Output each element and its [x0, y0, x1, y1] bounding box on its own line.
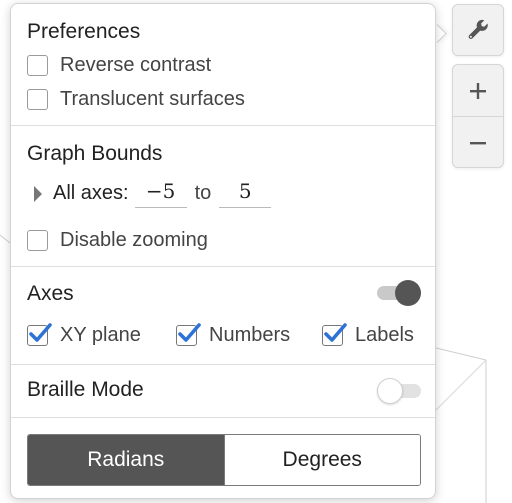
numbers-checkbox[interactable]	[176, 323, 201, 346]
xy-plane-option[interactable]: XY plane	[27, 323, 141, 347]
minus-icon	[470, 141, 486, 144]
settings-button[interactable]	[452, 4, 504, 56]
divider	[11, 266, 435, 267]
reverse-contrast-checkbox[interactable]	[27, 55, 48, 76]
labels-option[interactable]: Labels	[322, 323, 414, 347]
numbers-option[interactable]: Numbers	[176, 323, 291, 347]
angle-mode-segmented-control: Radians Degrees	[27, 434, 421, 486]
divider	[11, 364, 435, 365]
axes-toggle[interactable]	[377, 280, 421, 306]
plus-icon	[470, 82, 486, 99]
graph-edge-line	[435, 347, 487, 361]
braille-mode-title: Braille Mode	[27, 378, 144, 401]
axes-max-input[interactable]: 5	[219, 179, 272, 208]
translucent-surfaces-label: Translucent surfaces	[60, 88, 245, 110]
toggle-knob	[395, 280, 421, 306]
degrees-button[interactable]: Degrees	[223, 435, 420, 485]
zoom-controls	[452, 64, 504, 168]
checkmark-icon	[29, 323, 52, 342]
disable-zooming-option[interactable]: Disable zooming	[27, 229, 208, 252]
all-axes-label: All axes:	[53, 182, 129, 204]
wrench-icon	[468, 19, 488, 39]
checkmark-icon	[178, 323, 201, 342]
graph-edge-line	[435, 359, 487, 411]
braille-mode-toggle[interactable]	[377, 378, 421, 404]
labels-label: Labels	[355, 324, 414, 346]
divider	[11, 417, 435, 418]
settings-popover: Preferences Reverse contrast Translucent…	[10, 3, 436, 499]
all-axes-row: All axes: −5 to 5	[33, 179, 272, 208]
disable-zooming-checkbox[interactable]	[27, 230, 48, 251]
zoom-in-button[interactable]	[453, 65, 503, 116]
divider	[11, 125, 435, 126]
zoom-out-button[interactable]	[453, 116, 503, 167]
toggle-knob	[377, 378, 403, 404]
preferences-title: Preferences	[27, 20, 141, 43]
disable-zooming-label: Disable zooming	[60, 229, 208, 251]
axes-min-input[interactable]: −5	[134, 179, 187, 208]
numbers-label: Numbers	[209, 324, 291, 346]
radians-button[interactable]: Radians	[28, 435, 224, 485]
graph-bounds-title: Graph Bounds	[27, 142, 163, 165]
checkmark-icon	[324, 323, 347, 342]
xy-plane-label: XY plane	[60, 324, 141, 346]
reverse-contrast-label: Reverse contrast	[60, 54, 212, 76]
translucent-surfaces-option[interactable]: Translucent surfaces	[27, 88, 245, 111]
expand-triangle-icon[interactable]	[33, 185, 43, 203]
graph-edge-line	[0, 234, 11, 244]
labels-checkbox[interactable]	[322, 323, 347, 346]
reverse-contrast-option[interactable]: Reverse contrast	[27, 54, 211, 77]
to-label: to	[194, 182, 212, 204]
xy-plane-checkbox[interactable]	[27, 323, 52, 346]
axes-title: Axes	[27, 282, 74, 305]
translucent-surfaces-checkbox[interactable]	[27, 89, 48, 110]
